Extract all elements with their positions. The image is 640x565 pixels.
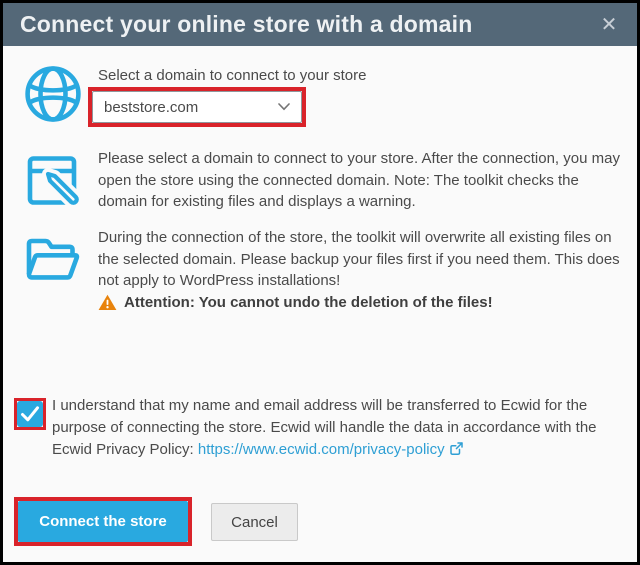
checkmark-icon — [17, 401, 43, 427]
globe-icon — [23, 64, 83, 129]
close-icon[interactable]: ✕ — [595, 11, 623, 39]
external-link-icon — [449, 441, 464, 456]
consent-text: I understand that my name and email addr… — [52, 395, 614, 461]
annotation-box-checkbox — [14, 398, 46, 430]
browser-edit-icon — [23, 149, 83, 214]
attention-warning-text: Attention: You cannot undo the deletion … — [124, 294, 493, 311]
open-folder-icon — [21, 229, 81, 294]
warning-triangle-icon — [98, 294, 117, 311]
dialog-connect-store: Connect your online store with a domain … — [0, 0, 640, 565]
dialog-header: Connect your online store with a domain … — [3, 3, 637, 46]
domain-select[interactable]: beststore.com — [92, 91, 302, 123]
info-text: Please select a domain to connect to you… — [98, 148, 622, 213]
dialog-title: Connect your online store with a domain — [20, 11, 473, 38]
connect-store-button[interactable]: Connect the store — [18, 501, 188, 542]
domain-select-label: Select a domain to connect to your store — [98, 65, 366, 87]
domain-select-value: beststore.com — [104, 99, 198, 116]
privacy-policy-link[interactable]: https://www.ecwid.com/privacy-policy — [198, 441, 445, 458]
cancel-button[interactable]: Cancel — [211, 503, 298, 541]
attention-warning: Attention: You cannot undo the deletion … — [98, 294, 493, 311]
annotation-box-connect-button: Connect the store — [14, 497, 192, 546]
overwrite-text: During the connection of the store, the … — [98, 227, 622, 292]
chevron-down-icon — [278, 103, 290, 111]
annotation-box-domain-select: beststore.com — [88, 87, 306, 127]
consent-checkbox[interactable] — [17, 401, 43, 427]
